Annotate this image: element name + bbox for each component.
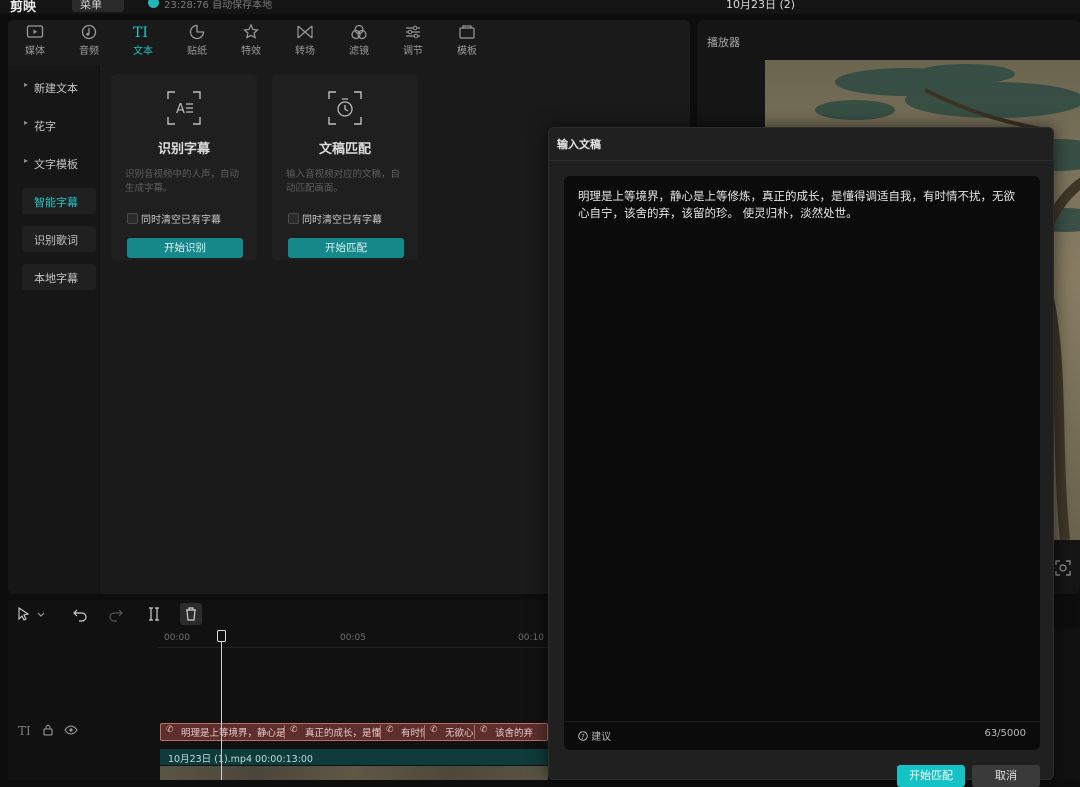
menu-button[interactable]: 菜单 (72, 0, 124, 12)
divider (549, 160, 1055, 161)
subnav-item-smart-subtitle[interactable]: 智能字幕 (22, 188, 96, 214)
adjust-icon (406, 25, 420, 39)
svg-text:A: A (176, 102, 185, 117)
tab-template[interactable]: 模板 (440, 20, 494, 66)
help-circle-icon: ? (578, 731, 588, 741)
lock-icon[interactable] (42, 724, 54, 736)
script-match-icon (328, 91, 362, 125)
tab-media[interactable]: 媒体 (8, 20, 62, 66)
checkbox-label: 同时清空已有字幕 (302, 215, 382, 226)
tab-audio[interactable]: 音频 (62, 20, 116, 66)
text-subnav: 新建文本 花字 文字模板 智能字幕 识别歌词 本地字幕 (8, 66, 100, 594)
clear-subtitles-checkbox[interactable] (288, 213, 299, 224)
text-track-icon: TI (18, 724, 31, 736)
svg-text:?: ? (581, 733, 585, 741)
delete-button[interactable] (180, 603, 202, 625)
checkbox-label: 同时清空已有字幕 (141, 215, 221, 226)
divider (564, 721, 1040, 722)
undo-icon[interactable] (72, 606, 88, 622)
text-icon: TI (133, 25, 148, 40)
tab-adjust[interactable]: 调节 (386, 20, 440, 66)
subnav-item-text-template[interactable]: 文字模板 (22, 150, 96, 176)
chevron-down-icon[interactable] (36, 606, 46, 622)
card-desc: 识别音视频中的人声，自动生成字幕。 (125, 169, 240, 194)
media-icon (26, 25, 44, 38)
tab-transition[interactable]: 转场 (278, 20, 332, 66)
script-text[interactable]: 明理是上等境界，静心是上等修炼，真正的成长，是懂得调适自我，有时情不扰，无欲心自… (578, 188, 1026, 222)
script-match-card: 文稿匹配 输入音视频对应的文稿，自动匹配画面。 同时清空已有字幕 开始匹配 (272, 74, 418, 260)
subnav-item-fancy-text[interactable]: 花字 (22, 112, 96, 138)
save-status: 23:28:76 自动保存本地 (164, 0, 273, 11)
start-match-button[interactable]: 开始匹配 (288, 238, 404, 258)
subtitle-track[interactable]: 明理是上等境界，静心是上等修炼 真正的成长，是懂得调适自我 有时情不扰 无欲心自… (160, 723, 548, 741)
subtitle-clip[interactable]: 明理是上等境界，静心是上等修炼 (163, 725, 285, 739)
card-desc: 输入音视频对应的文稿，自动匹配画面。 (286, 169, 401, 194)
subnav-item-new-text[interactable]: 新建文本 (22, 74, 96, 100)
subtitle-clip[interactable]: 该舍的弃 (477, 725, 547, 739)
script-textarea[interactable]: 明理是上等境界，静心是上等修炼，真正的成长，是懂得调适自我，有时情不扰，无欲心自… (564, 176, 1040, 750)
card-title: 文稿匹配 (318, 142, 371, 157)
tab-effects[interactable]: 特效 (224, 20, 278, 66)
subnav-item-local-subtitle[interactable]: 本地字幕 (22, 264, 96, 290)
player-title: 播放器 (707, 36, 740, 49)
template-icon (459, 25, 475, 39)
svg-text:TI: TI (18, 724, 31, 736)
sticker-icon (189, 24, 205, 40)
char-count: 63/5000 (984, 728, 1026, 739)
fullscreen-icon[interactable] (1055, 560, 1071, 576)
subnav-item-lyrics[interactable]: 识别歌词 (22, 226, 96, 252)
playhead[interactable] (221, 630, 222, 780)
subtitle-recognize-icon: A (167, 91, 201, 125)
card-title: 识别字幕 (157, 142, 210, 157)
start-match-confirm-button[interactable]: 开始匹配 (897, 765, 965, 787)
project-title: 10月23日 (2) (726, 0, 796, 11)
subtitle-clip[interactable]: 真正的成长，是懂得调适自我 (287, 725, 381, 739)
timeline-toolbar (8, 600, 548, 628)
cancel-button[interactable]: 取消 (972, 765, 1040, 787)
start-recognize-button[interactable]: 开始识别 (127, 238, 243, 258)
audio-icon (81, 24, 97, 40)
tab-sticker[interactable]: 贴纸 (170, 20, 224, 66)
tab-bar: 媒体 音频 TI 文本 贴纸 特效 转场 滤镜 调节 模板 (8, 20, 690, 66)
recognize-subtitle-card: A 识别字幕 识别音视频中的人声，自动生成字幕。 同时清空已有字幕 开始识别 (111, 74, 257, 260)
top-bar: 剪映 菜单 23:28:76 自动保存本地 10月23日 (2) (0, 0, 1080, 14)
eye-icon[interactable] (64, 724, 78, 736)
app-logo: 剪映 (10, 0, 37, 14)
subtitle-clip[interactable]: 有时情不扰 (383, 725, 425, 739)
select-cursor-icon[interactable] (16, 606, 32, 622)
effects-icon (243, 24, 259, 39)
split-icon[interactable] (146, 606, 162, 622)
svg-text:TI: TI (133, 25, 148, 40)
clear-subtitles-checkbox[interactable] (127, 213, 138, 224)
video-clip-label[interactable]: 10月23日 (1).mp4 00:00:13:00 (160, 749, 548, 765)
tab-filter[interactable]: 滤镜 (332, 20, 386, 66)
video-clip-thumbnails[interactable] (160, 766, 548, 780)
transition-icon (297, 25, 313, 39)
input-script-dialog: 输入文稿 明理是上等境界，静心是上等修炼，真正的成长，是懂得调适自我，有时情不扰… (548, 127, 1055, 780)
redo-icon[interactable] (108, 606, 124, 622)
suggestion-link[interactable]: ? 建议 (578, 728, 611, 743)
tab-text[interactable]: TI 文本 (116, 20, 170, 66)
dialog-title: 输入文稿 (557, 138, 601, 151)
trash-icon (186, 607, 196, 621)
subtitle-clip[interactable]: 无欲心自宁 (427, 725, 475, 739)
playhead-handle[interactable] (217, 630, 226, 642)
filter-icon (351, 24, 367, 40)
